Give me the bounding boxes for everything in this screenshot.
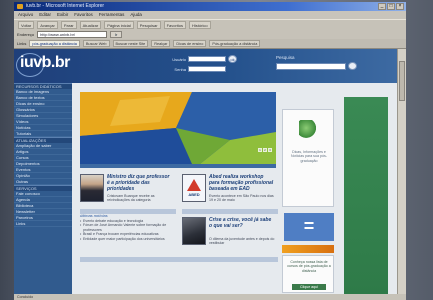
green-ad-strip[interactable] — [344, 97, 388, 294]
menu-item-favoritos[interactable]: Favoritos — [74, 11, 93, 19]
news-list: últimas notícias Evento debate educação … — [80, 213, 176, 241]
maximize-button[interactable]: □ — [387, 3, 395, 10]
article-card[interactable]: Crise a crise, você já sabe o que vai se… — [182, 217, 278, 251]
window-title: iuvb.br - Microsoft Internet Explorer — [26, 3, 105, 9]
browser-icon — [17, 4, 23, 9]
password-input[interactable] — [188, 66, 226, 72]
user-label: Usuário — [172, 56, 186, 62]
banner-dot[interactable]: 2 — [263, 148, 267, 152]
back-button[interactable]: Voltar — [18, 21, 35, 29]
vertical-scrollbar[interactable] — [397, 49, 406, 294]
desktop-screen: iuvb.br - Microsoft Internet Explorer _ … — [0, 0, 433, 300]
site-search-button[interactable] — [348, 62, 357, 70]
section-divider — [182, 209, 278, 214]
article-card[interactable]: ABED Abed realiza workshop para formação… — [182, 174, 278, 208]
links-bar: Links pós-graduação a distância Buscar W… — [14, 39, 406, 49]
news-section-title: últimas notícias — [80, 213, 108, 218]
link-realcar[interactable]: Realçar — [151, 40, 171, 47]
article-photo — [182, 217, 206, 245]
nav-item[interactable]: Links — [14, 221, 72, 227]
site-search-input[interactable] — [276, 62, 346, 70]
favorites-button[interactable]: Favoritos — [163, 21, 187, 29]
article-lead: Cristovam Buarque recebe as reivindicaçõ… — [107, 194, 155, 203]
ad-text: Dicas, Informações e Notícias para sua p… — [291, 150, 327, 163]
news-item[interactable]: Fórum de José Armando Valente sobre form… — [80, 223, 176, 232]
login-go-button[interactable]: ok — [228, 55, 237, 63]
menu-item-editar[interactable]: Editar — [39, 11, 51, 19]
address-label: Endereço — [17, 32, 35, 37]
left-navigation: RECURSOS DIDÁTICOS Banco de imagens Banc… — [14, 83, 72, 294]
article-photo — [80, 174, 104, 202]
link-buscar-web[interactable]: Buscar Web — [82, 40, 110, 47]
abed-logo: ABED — [182, 174, 206, 202]
leaf-icon — [299, 120, 317, 140]
address-bar: Endereço http://www.univb.br/ Ir — [14, 30, 406, 39]
minimize-button[interactable]: _ — [378, 3, 386, 10]
password-label: Senha — [174, 66, 186, 72]
close-button[interactable]: × — [396, 3, 404, 10]
banner-dot[interactable]: 1 — [258, 148, 262, 152]
search-button[interactable]: Pesquisar — [136, 21, 161, 29]
menu-bar: Arquivo Editar Exibir Favoritos Ferramen… — [14, 11, 406, 19]
article-lead: Evento acontece em São Paulo nos dias 19… — [209, 194, 274, 203]
login-box: Usuário ok Senha — [164, 55, 254, 77]
abed-logo-text: ABED — [188, 192, 200, 197]
banner-dot[interactable]: 3 — [268, 148, 272, 152]
user-input[interactable] — [188, 56, 226, 62]
site-header: iuvb.br Usuário ok Senha Pesquisa — [14, 49, 397, 83]
page-viewport: iuvb.br Usuário ok Senha Pesquisa RECURS… — [14, 49, 406, 294]
go-button[interactable]: Ir — [110, 31, 123, 38]
news-item[interactable]: Entidade quer maior participação dos uni… — [80, 237, 176, 242]
window-controls: _ □ × — [378, 3, 404, 10]
article-headline[interactable]: Ministro diz que professor é a prioridad… — [107, 174, 173, 192]
forward-button[interactable]: Avançar — [37, 21, 58, 29]
address-input[interactable]: http://www.univb.br/ — [37, 31, 108, 38]
right-ad-column: Dicas, Informações e Notícias para sua p… — [282, 87, 394, 294]
courses-ad-button[interactable]: Clique aqui — [292, 284, 326, 290]
search-title: Pesquisa — [276, 55, 295, 60]
links-search-input[interactable]: pós-graduação a distância — [29, 40, 80, 47]
equals-ad[interactable]: = — [284, 213, 334, 241]
scrollbar-thumb[interactable] — [399, 61, 405, 101]
section-divider — [80, 257, 278, 262]
browser-toolbar: Voltar Avançar Parar Atualizar Página in… — [14, 19, 406, 30]
main-banner[interactable]: 1 2 3 — [80, 92, 276, 164]
link-dicas[interactable]: Dicas de ensino — [173, 40, 207, 47]
refresh-button[interactable]: Atualizar — [79, 21, 102, 29]
menu-item-arquivo[interactable]: Arquivo — [18, 11, 33, 19]
site-search: Pesquisa — [276, 55, 388, 77]
links-label: Links — [17, 41, 27, 46]
home-button[interactable]: Página inicial — [104, 21, 134, 29]
banner-pager: 1 2 3 — [258, 148, 272, 152]
menu-item-ferramentas[interactable]: Ferramentas — [99, 11, 125, 19]
menu-item-ajuda[interactable]: Ajuda — [130, 11, 142, 19]
article-headline[interactable]: Abed realiza workshop para formação prof… — [209, 174, 275, 192]
article-card[interactable]: Ministro diz que professor é a prioridad… — [80, 174, 176, 208]
window-titlebar[interactable]: iuvb.br - Microsoft Internet Explorer _ … — [14, 2, 406, 11]
ad-box[interactable]: Dicas, Informações e Notícias para sua p… — [282, 109, 334, 207]
orange-ad-bar[interactable] — [282, 245, 334, 253]
site-logo[interactable]: iuvb.br — [20, 54, 70, 72]
link-pos-graduacao[interactable]: Pós-graduação a distância — [209, 40, 261, 47]
stop-button[interactable]: Parar — [60, 21, 77, 29]
abed-triangle-icon — [187, 179, 201, 191]
status-bar: Concluído — [14, 294, 406, 300]
article-headline[interactable]: Crise a crise, você já sabe o que vai se… — [209, 217, 275, 229]
link-buscar-site[interactable]: Buscar neste Site — [112, 40, 149, 47]
article-lead: O dilema da juventude antes e depois do … — [209, 237, 275, 246]
banner-divider — [80, 164, 276, 168]
courses-ad[interactable]: Conheça nossa lista de cursos de pós-gra… — [282, 255, 334, 293]
menu-item-exibir[interactable]: Exibir — [57, 11, 68, 19]
courses-ad-text: Conheça nossa lista de cursos de pós-gra… — [287, 260, 331, 273]
history-button[interactable]: Histórico — [189, 21, 211, 29]
banner-graphic — [80, 92, 276, 164]
